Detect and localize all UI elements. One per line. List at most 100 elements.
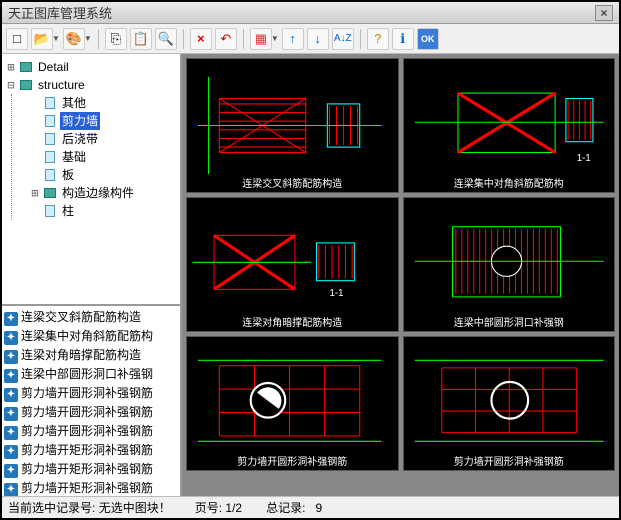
status-page: 页号: 1/2 [195,499,242,516]
item-label: 连梁中部圆形洞口补强钢 [21,365,153,384]
undo-button[interactable]: ↶ [215,28,237,50]
svg-text:1-1: 1-1 [329,288,343,299]
separator [243,29,244,49]
tree-node-1[interactable]: 剪力墙 [28,112,178,130]
folder-icon [20,62,32,72]
folder-icon [44,188,56,198]
separator [183,29,184,49]
thumbnail[interactable]: 剪力墙开圆形洞补强钢筋 [186,336,399,471]
info-button[interactable]: ℹ [392,28,414,50]
list-item[interactable]: ✦剪力墙开矩形洞补强钢筋 [4,479,178,496]
list-item[interactable]: ✦连梁对角暗撑配筋构造 [4,346,178,365]
tree-label[interactable]: structure [36,76,87,94]
tree-label[interactable]: 构造边缘构件 [60,184,136,202]
item-icon: ✦ [4,483,18,497]
page-icon [45,169,55,181]
statusbar: 当前选中记录号: 无选中图块！ 页号: 1/2 总记录: 9 [2,496,619,518]
thumbnail[interactable]: 连梁交叉斜筋配筋构造 [186,58,399,193]
list-item[interactable]: ✦剪力墙开圆形洞补强钢筋 [4,422,178,441]
ok-button[interactable]: OK [417,28,439,50]
tree-label[interactable]: 柱 [60,202,76,220]
copy-button[interactable]: ⎘ [105,28,127,50]
new-button[interactable]: □ [6,28,28,50]
list-item[interactable]: ✦剪力墙开圆形洞补强钢筋 [4,384,178,403]
item-icon: ✦ [4,407,18,421]
thumbnail[interactable]: 连梁中部圆形洞口补强钢 [403,197,616,332]
palette-button[interactable]: 🎨▼ [63,28,92,50]
item-icon: ✦ [4,312,18,326]
thumbnail-caption: 连梁交叉斜筋配筋构造 [187,175,398,190]
item-label: 连梁对角暗撑配筋构造 [21,346,141,365]
paste-button[interactable]: 📋 [130,28,152,50]
expand-icon[interactable]: ⊞ [28,184,42,202]
tree-label[interactable]: 后浇带 [60,130,100,148]
collapse-icon[interactable]: ⊟ [4,76,18,94]
thumbnail-caption: 剪力墙开圆形洞补强钢筋 [187,453,398,468]
status-total: 总记录: 9 [266,499,322,516]
window-title: 天正图库管理系统 [8,3,595,22]
item-icon: ✦ [4,426,18,440]
tree-node-3[interactable]: 基础 [28,148,178,166]
chevron-down-icon: ▼ [52,34,60,43]
svg-text:1-1: 1-1 [576,153,590,164]
tree-node-0[interactable]: 其他 [28,94,178,112]
down-button[interactable]: ↓ [307,28,329,50]
tree-label[interactable]: 板 [60,166,76,184]
expand-icon[interactable]: ⊞ [4,58,18,76]
toolbar: □ 📂▼ 🎨▼ ⎘ 📋 🔍 × ↶ ▦▼ ↑ ↓ A↓Z ? ℹ OK [2,24,619,54]
sort-button[interactable]: A↓Z [332,28,354,50]
item-label: 剪力墙开矩形洞补强钢筋 [21,479,153,496]
thumbnail[interactable]: 剪力墙开圆形洞补强钢筋 [403,336,616,471]
item-label: 剪力墙开圆形洞补强钢筋 [21,403,153,422]
status-selection: 当前选中记录号: 无选中图块！ [8,499,171,516]
preview-pane: 连梁交叉斜筋配筋构造 1-1 连梁集中对角斜筋配筋构 1-1 连梁对角暗撑配筋构… [182,54,619,496]
view-button[interactable]: 🔍 [155,28,177,50]
item-icon: ✦ [4,464,18,478]
tree-node-6[interactable]: 柱 [28,202,178,220]
item-icon: ✦ [4,388,18,402]
titlebar: 天正图库管理系统 × [2,2,619,24]
item-label: 剪力墙开矩形洞补强钢筋 [21,460,153,479]
tree-node-2[interactable]: 后浇带 [28,130,178,148]
list-item[interactable]: ✦剪力墙开矩形洞补强钢筋 [4,460,178,479]
page-icon [45,205,55,217]
folder-icon [20,80,32,90]
page-icon [45,133,55,145]
open-button[interactable]: 📂▼ [31,28,60,50]
page-icon [45,151,55,163]
up-button[interactable]: ↑ [282,28,304,50]
thumbnail-caption: 连梁中部圆形洞口补强钢 [404,314,615,329]
tree-label[interactable]: 其他 [60,94,88,112]
list-item[interactable]: ✦剪力墙开圆形洞补强钢筋 [4,403,178,422]
grid-button[interactable]: ▦▼ [250,28,279,50]
tree-label[interactable]: 剪力墙 [60,112,100,130]
item-icon: ✦ [4,445,18,459]
list-item[interactable]: ✦剪力墙开矩形洞补强钢筋 [4,441,178,460]
thumbnail[interactable]: 1-1 连梁集中对角斜筋配筋构 [403,58,616,193]
chevron-down-icon: ▼ [271,34,279,43]
list-item[interactable]: ✦连梁交叉斜筋配筋构造 [4,308,178,327]
tree-node-4[interactable]: 板 [28,166,178,184]
item-icon: ✦ [4,369,18,383]
tree-node-structure[interactable]: ⊟ structure [4,76,178,94]
item-label: 剪力墙开圆形洞补强钢筋 [21,422,153,441]
item-label: 连梁交叉斜筋配筋构造 [21,308,141,327]
item-label: 剪力墙开矩形洞补强钢筋 [21,441,153,460]
separator [360,29,361,49]
left-column: ⊞ Detail ⊟ structure 其他 剪力墙 [2,54,182,496]
delete-button[interactable]: × [190,28,212,50]
close-button[interactable]: × [595,5,613,21]
page-icon [45,97,55,109]
help-button[interactable]: ? [367,28,389,50]
thumbnail[interactable]: 1-1 连梁对角暗撑配筋构造 [186,197,399,332]
main-area: ⊞ Detail ⊟ structure 其他 剪力墙 [2,54,619,496]
chevron-down-icon: ▼ [84,34,92,43]
tree-node-5[interactable]: ⊞ 构造边缘构件 [28,184,178,202]
tree-label[interactable]: Detail [36,58,71,76]
tree-node-detail[interactable]: ⊞ Detail [4,58,178,76]
page-icon [45,115,55,127]
list-item[interactable]: ✦连梁集中对角斜筋配筋构 [4,327,178,346]
tree-label[interactable]: 基础 [60,148,88,166]
list-item[interactable]: ✦连梁中部圆形洞口补强钢 [4,365,178,384]
thumbnail-caption: 连梁对角暗撑配筋构造 [187,314,398,329]
